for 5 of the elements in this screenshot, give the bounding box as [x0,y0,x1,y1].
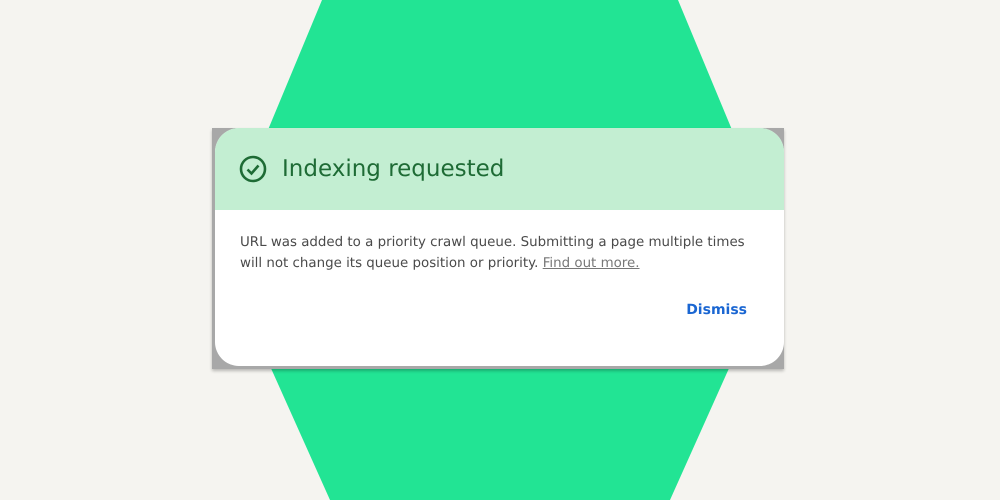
dialog-message: URL was added to a priority crawl queue. Submitting a page multiple times will not change its queue position or priority. Find out more. [240,234,746,272]
dismiss-button[interactable]: Dismiss [674,298,759,322]
check-circle-icon [239,154,267,182]
find-out-more-link[interactable]: Find out more. [542,256,640,270]
dialog-title: Indexing requested [282,156,504,182]
